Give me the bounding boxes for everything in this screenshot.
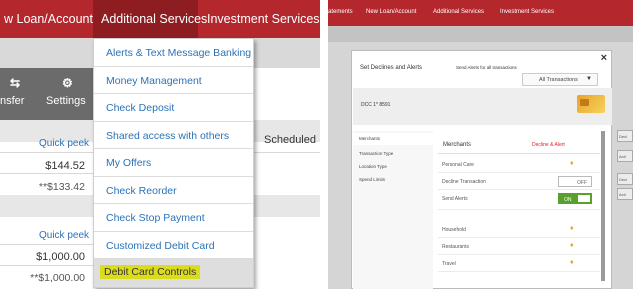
menu-item-alerts[interactable]: Alerts & Text Message Banking xyxy=(94,39,253,67)
merchant-row[interactable]: Household ♦ xyxy=(438,221,600,238)
background-row-stub: Decl xyxy=(617,130,633,142)
available-balance: **$1,000.00 xyxy=(30,272,85,284)
chevron-down-icon: ▼ xyxy=(586,76,592,82)
tab-investment-services[interactable]: Investment Services xyxy=(207,0,320,38)
quick-peek-link[interactable]: Quick peek xyxy=(39,138,89,149)
quick-peek-link[interactable]: Quick peek xyxy=(39,230,89,241)
decline-toggle[interactable]: OFF xyxy=(558,176,592,187)
left-screenshot-panel: w Loan/Account Additional Services Inves… xyxy=(0,0,320,289)
send-alerts-row: Send Alerts ON xyxy=(438,190,600,210)
decline-row: Decline Transaction OFF xyxy=(438,173,600,190)
merchant-row[interactable]: Personal Care ♦ xyxy=(438,156,600,173)
background-row-stub: Decl xyxy=(617,173,633,185)
menu-item-money-management[interactable]: Money Management xyxy=(94,67,253,94)
tab-new-loan-account[interactable]: New Loan/Account xyxy=(366,9,416,15)
transfer-label[interactable]: nsfer xyxy=(0,95,24,107)
tab-investment-services[interactable]: Investment Services xyxy=(500,9,554,15)
top-nav-bar: w Loan/Account Additional Services Inves… xyxy=(0,0,320,38)
bell-icon[interactable]: ♦ xyxy=(570,259,574,266)
modal-title: Set Declines and Alerts xyxy=(360,65,423,71)
send-alerts-toggle[interactable]: ON xyxy=(558,193,592,204)
tab-new-loan-account[interactable]: w Loan/Account xyxy=(4,0,93,38)
background-row-stub: Acti xyxy=(617,150,633,162)
menu-item-check-reorder[interactable]: Check Reorder xyxy=(94,177,253,204)
additional-services-dropdown: Alerts & Text Message Banking Money Mana… xyxy=(93,38,254,288)
available-balance: **$133.42 xyxy=(38,181,85,193)
menu-item-check-deposit[interactable]: Check Deposit xyxy=(94,94,253,122)
settings-label[interactable]: Settings xyxy=(46,95,86,107)
merchants-header: Merchants Decline & Alert xyxy=(438,136,600,154)
tab-additional-services[interactable]: Additional Services xyxy=(93,0,207,38)
background-row-stub: Acti xyxy=(617,188,633,200)
merchants-title: Merchants xyxy=(443,142,472,148)
bell-icon[interactable]: ♦ xyxy=(570,225,574,232)
merchant-row[interactable]: Restaurants ♦ xyxy=(438,238,600,255)
top-nav-bar: atements New Loan/Account Additional Ser… xyxy=(328,0,633,26)
debit-card-icon xyxy=(577,95,605,113)
quick-tools: ⇆ nsfer ⚙ Settings xyxy=(0,68,95,120)
transfer-icon[interactable]: ⇆ xyxy=(10,76,20,90)
tab-additional-services[interactable]: Additional Services xyxy=(433,9,484,15)
account-balance: $1,000.00 xyxy=(36,251,85,263)
account-balance: $144.52 xyxy=(45,160,85,172)
card-summary[interactable]: DCC 1* 8591 xyxy=(353,88,612,125)
modal-scrollbar[interactable] xyxy=(601,131,605,281)
menu-item-check-stop-payment[interactable]: Check Stop Payment xyxy=(94,204,253,232)
merchant-row[interactable]: Travel ♦ xyxy=(438,255,600,272)
bell-icon[interactable]: ♦ xyxy=(570,160,574,167)
card-controls-modal: × Set Declines and Alerts Send Alerts fo… xyxy=(351,50,612,289)
sidebar-item-transaction-type[interactable]: Transaction Type xyxy=(359,151,393,156)
close-icon[interactable]: × xyxy=(601,52,607,64)
sub-nav-bar xyxy=(328,26,633,42)
menu-item-shared-access[interactable]: Shared access with others xyxy=(94,122,253,149)
right-screenshot-panel: atements New Loan/Account Additional Ser… xyxy=(328,0,633,289)
menu-item-debit-card-controls[interactable]: Debit Card Controls xyxy=(94,259,253,287)
bell-icon[interactable]: ♦ xyxy=(570,242,574,249)
scheduled-column-label: Scheduled xyxy=(264,134,316,146)
gear-icon[interactable]: ⚙ xyxy=(62,76,73,90)
controls-sidebar: Merchants Transaction Type Location Type… xyxy=(353,131,433,289)
tab-statements[interactable]: atements xyxy=(328,9,353,15)
card-label: DCC 1* 8591 xyxy=(361,102,391,108)
menu-item-my-offers[interactable]: My Offers xyxy=(94,149,253,177)
sidebar-item-spend-limits[interactable]: Spend Limits xyxy=(359,177,385,182)
send-alerts-label: Send Alerts for all transactions xyxy=(456,65,517,70)
sidebar-item-merchants[interactable]: Merchants xyxy=(353,133,433,145)
decline-alert-legend: Decline & Alert xyxy=(532,142,565,148)
sidebar-item-location-type[interactable]: Location Type xyxy=(359,164,387,169)
menu-item-customized-debit-card[interactable]: Customized Debit Card xyxy=(94,232,253,259)
transaction-filter-select[interactable]: All Transactions ▼ xyxy=(522,73,598,86)
